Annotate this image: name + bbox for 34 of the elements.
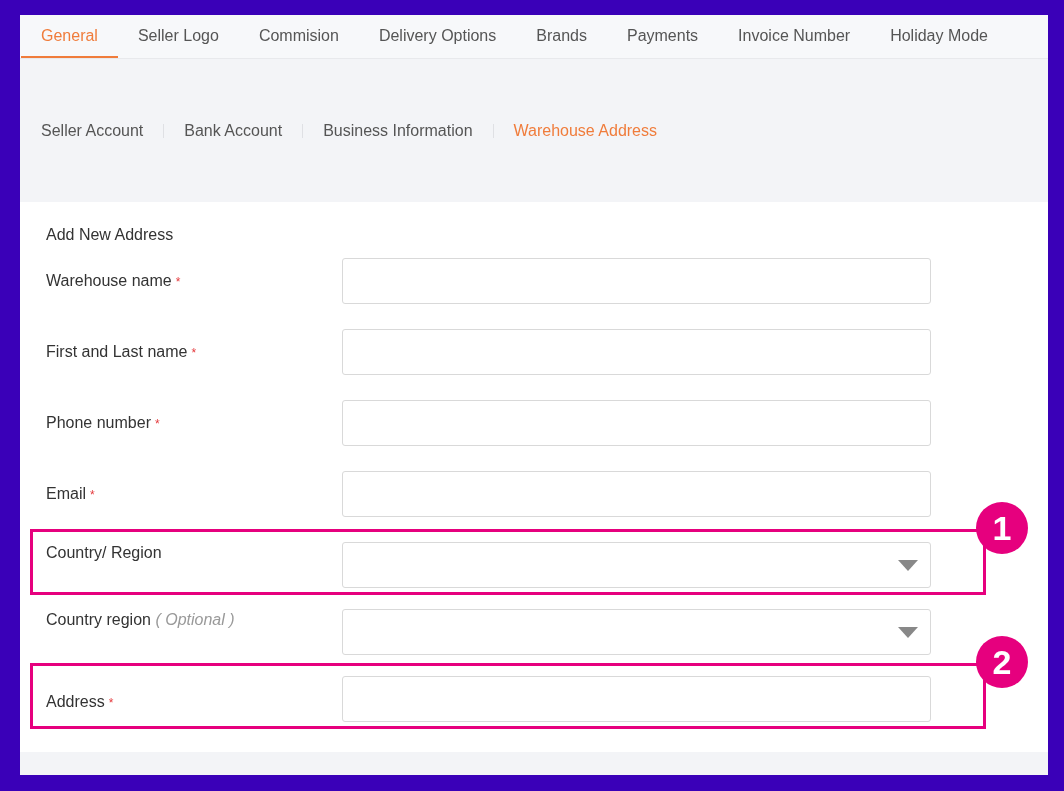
field-label: Address *	[46, 692, 115, 711]
required-mark: *	[90, 488, 95, 502]
tab[interactable]: Commision	[238, 15, 359, 58]
subnav-link[interactable]: Seller Account	[41, 121, 144, 140]
dropdown[interactable]	[342, 542, 931, 588]
field-label: Warehouse name *	[46, 272, 182, 290]
subnav-link[interactable]: Business Information	[323, 121, 473, 140]
field-label: Email *	[46, 485, 96, 503]
tab[interactable]: Delivery Options	[358, 15, 517, 58]
callout-number: 2	[976, 636, 1028, 688]
input-field[interactable]	[342, 471, 931, 517]
required-mark: *	[154, 417, 160, 431]
tab[interactable]: Holiday Mode	[870, 15, 1008, 58]
tab[interactable]: Invoice Number	[718, 15, 871, 58]
form-title: Add New Address	[46, 226, 174, 244]
caret-icon	[898, 559, 918, 571]
input-field[interactable]	[342, 329, 931, 375]
input-field[interactable]	[342, 258, 931, 304]
tab[interactable]: Brands	[516, 15, 607, 58]
field-label: Country region ( Optional )	[46, 610, 236, 629]
required-mark: *	[108, 696, 114, 710]
input-field[interactable]	[342, 400, 931, 446]
field-label: Phone number *	[46, 414, 161, 432]
dropdown[interactable]	[342, 609, 931, 655]
tab[interactable]: Seller Logo	[117, 15, 239, 58]
required-mark: *	[191, 346, 197, 360]
caret-icon	[898, 626, 918, 638]
tab[interactable]: Payments	[606, 15, 719, 58]
field-label: Country/ Region	[46, 543, 163, 562]
callout-number: 1	[976, 502, 1028, 554]
required-mark: *	[175, 275, 181, 289]
input-field[interactable]	[342, 676, 931, 722]
subnav-link[interactable]: Bank Account	[184, 121, 283, 140]
field-label: First and Last name *	[46, 343, 198, 361]
